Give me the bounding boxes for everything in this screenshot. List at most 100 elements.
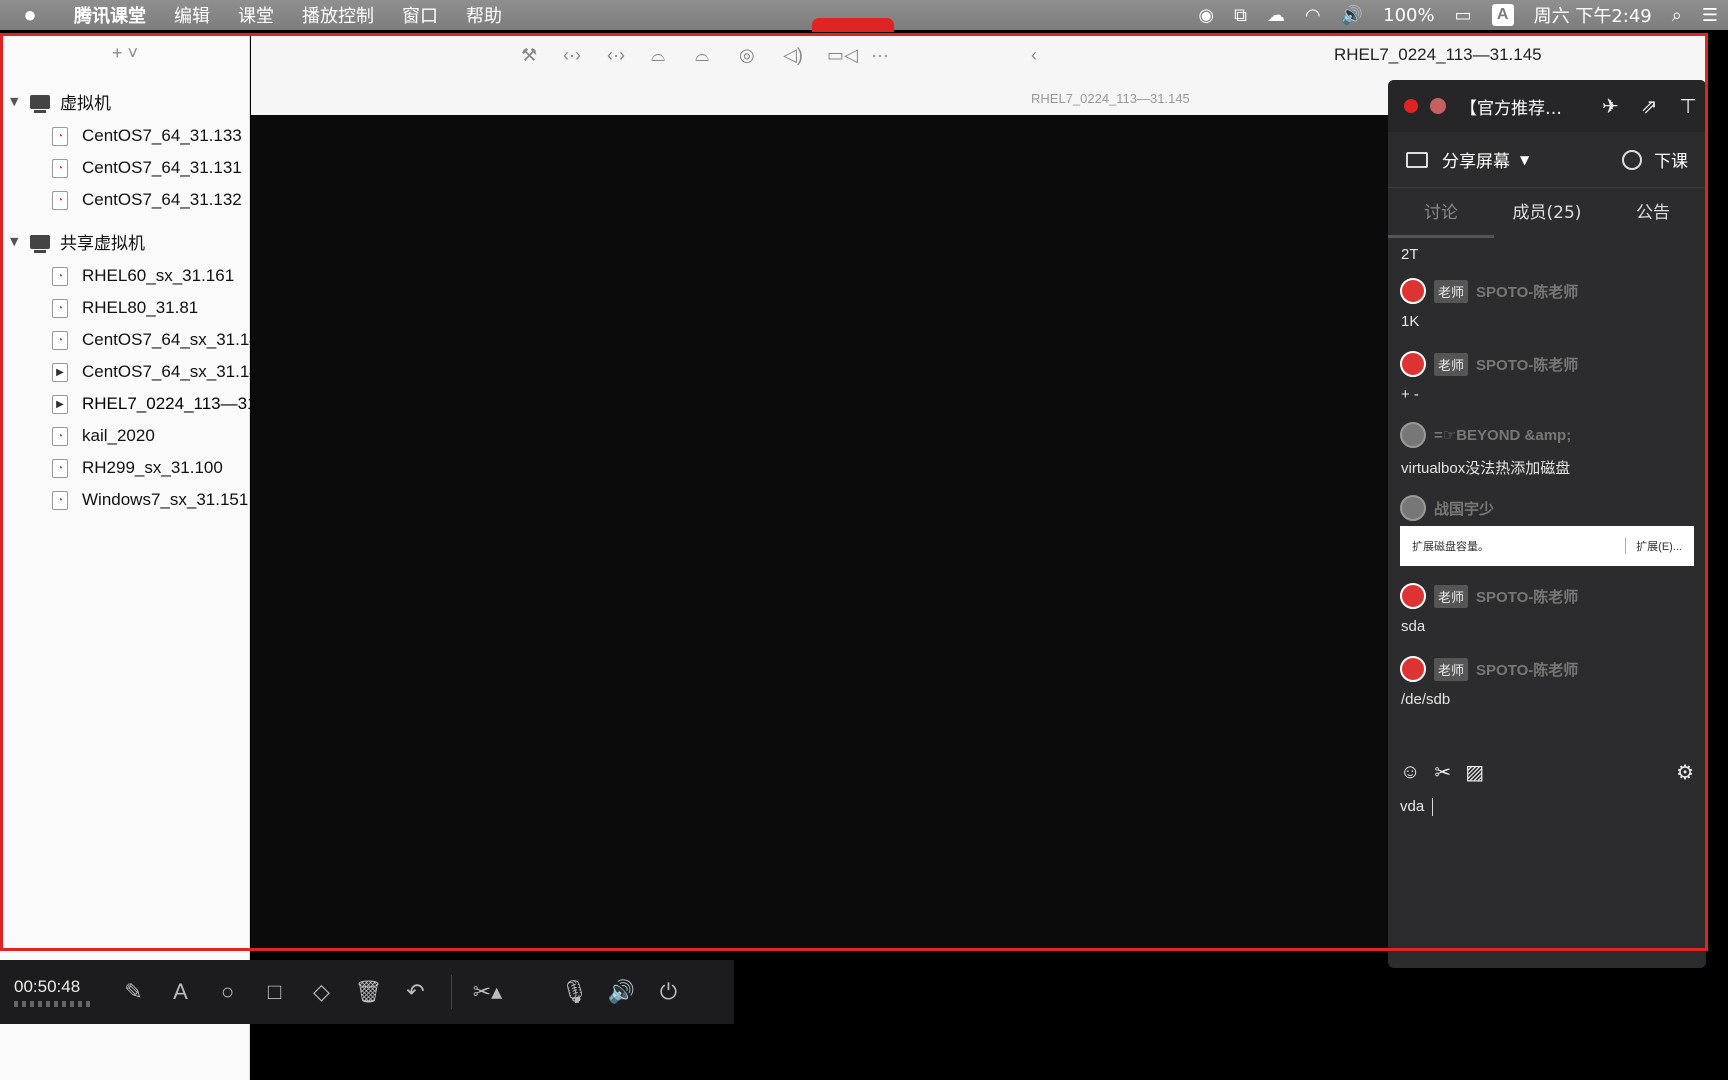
settings-gear-icon[interactable]: ⚙ (1676, 760, 1694, 785)
scissors-icon[interactable]: ✂ (1434, 760, 1451, 785)
vm-window-title: RHEL7_0224_113—31.145 (1334, 45, 1542, 64)
group-shared-virtual-machines[interactable]: ▼ 共享虚拟机 (10, 229, 145, 254)
disclosure-triangle-icon[interactable]: ▼ (10, 235, 26, 248)
avatar[interactable] (1400, 583, 1426, 609)
text-tool-icon[interactable]: A (157, 979, 204, 1005)
speaker-icon[interactable]: 🔊 (598, 979, 645, 1005)
tools-menu-icon[interactable]: ✂▴ (464, 979, 511, 1005)
send-plane-icon[interactable]: ✈ (1602, 94, 1619, 119)
vm-item[interactable]: ◔ RHEL60_sx_31.161 (52, 261, 250, 291)
network-icon[interactable]: ‹·› (563, 45, 581, 66)
course-title: 【官方推荐… (1460, 98, 1562, 119)
vm-item[interactable]: ◔ CentOS7_64_31.131 (52, 153, 250, 183)
end-class-icon (1622, 149, 1642, 170)
brush-icon[interactable]: ✎ (110, 979, 157, 1005)
menu-playback[interactable]: 播放控制 (288, 2, 388, 28)
tab-announcement[interactable]: 公告 (1600, 188, 1706, 238)
teacher-badge: 老师 (1434, 352, 1469, 376)
vm-file-icon: ◔ (52, 426, 68, 446)
text-caret (1432, 798, 1434, 817)
more-icon[interactable]: ··· (871, 45, 889, 66)
camera-icon[interactable]: ▭◁ (827, 45, 858, 66)
avatar[interactable] (1400, 351, 1426, 377)
add-vm-button[interactable]: + ˅ (112, 43, 138, 64)
vm-library-sidebar: + ˅ ▼ 虚拟机 ◔ CentOS7_64_31.133 ◔ CentOS7_64… (0, 33, 250, 1080)
vm-item[interactable]: ◔ CentOS7_64_31.133 (52, 121, 250, 151)
vm-item[interactable]: ▶ CentOS7_64_sx_31.14 (52, 357, 250, 387)
image-icon[interactable]: ▨ (1465, 760, 1484, 785)
status-share-icon[interactable]: ⧉ (1224, 5, 1257, 26)
wifi-icon[interactable]: ◠ (1295, 5, 1331, 26)
audio-icon[interactable]: ◁) (783, 45, 803, 66)
chat-image-attachment[interactable]: 扩展磁盘容量。 扩展(E)... (1400, 526, 1694, 566)
eraser-icon[interactable]: ◇ (298, 979, 345, 1005)
vm-name: RHEL60_sx_31.161 (82, 266, 235, 285)
control-center-icon[interactable]: ☰ (1692, 5, 1728, 26)
sender-name: SPOTO-陈老师 (1476, 356, 1579, 374)
spotlight-search-icon[interactable]: ⌕ (1662, 5, 1692, 26)
volume-icon[interactable]: 🔊 (1331, 5, 1373, 26)
vm-name: RH299_sx_31.100 (82, 458, 223, 477)
avatar[interactable] (1400, 278, 1426, 304)
recording-dot-icon (1404, 99, 1418, 113)
timer-value: 00:50:48 (14, 977, 81, 996)
composer-toolbar: ☺ ✂ ▨ ⚙ (1388, 755, 1706, 789)
vm-item[interactable]: ◔ Windows7_sx_31.151 (52, 485, 250, 515)
vm-item[interactable]: ◔ CentOS7_64_sx_31.14 (52, 325, 250, 355)
vm-running-icon: ▶ (52, 362, 68, 382)
circle-tool-icon[interactable]: ○ (204, 979, 251, 1005)
input-method-icon[interactable]: A (1491, 4, 1514, 26)
share-screen-button[interactable]: 分享屏幕 ▼ (1406, 147, 1529, 172)
apple-icon[interactable]: ● (0, 2, 60, 28)
tab-members[interactable]: 成员(25) (1494, 188, 1600, 238)
network-adapter-icon[interactable]: ‹·› (607, 45, 625, 66)
disclosure-triangle-icon[interactable]: ▼ (10, 95, 26, 108)
sender-name: SPOTO-陈老师 (1476, 661, 1579, 679)
group-virtual-machines[interactable]: ▼ 虚拟机 (10, 89, 111, 114)
optical-drive-icon[interactable]: ◎ (739, 45, 755, 66)
hard-disk-icon[interactable]: ⌓ (651, 45, 665, 66)
share-out-icon[interactable]: ⇗ (1641, 94, 1658, 119)
clock[interactable]: 周六 下午2:49 (1524, 2, 1662, 28)
battery-icon[interactable]: ▭ (1445, 5, 1482, 26)
vm-file-icon: ◔ (52, 266, 68, 286)
pin-icon[interactable]: ⊤ (1680, 94, 1697, 119)
vm-name: CentOS7_64_sx_31.14 (82, 330, 250, 349)
menu-app[interactable]: 腾讯课堂 (60, 2, 160, 28)
hard-disk-2-icon[interactable]: ⌓ (695, 45, 709, 66)
power-icon[interactable]: ⏻ (645, 979, 692, 1005)
menu-class[interactable]: 课堂 (224, 2, 288, 28)
status-cloud-icon[interactable]: ☁ (1257, 5, 1295, 26)
status-app-icon[interactable]: ◉ (1188, 5, 1224, 26)
vm-item[interactable]: ◔ CentOS7_64_31.132 (52, 185, 250, 215)
rectangle-tool-icon[interactable]: □ (251, 979, 298, 1005)
menu-edit[interactable]: 编辑 (160, 2, 224, 28)
tab-discussion[interactable]: 讨论 (1388, 188, 1494, 238)
vm-item[interactable]: ◔ RHEL80_31.81 (52, 293, 250, 323)
undo-icon[interactable]: ↶ (392, 979, 439, 1005)
teacher-badge: 老师 (1434, 584, 1469, 608)
divider (451, 975, 452, 1009)
battery-percent[interactable]: 100% (1373, 5, 1444, 26)
back-chevron-icon[interactable]: ‹ (1031, 45, 1037, 66)
microphone-icon[interactable]: 🎙 (551, 979, 598, 1005)
avatar[interactable] (1400, 656, 1426, 682)
vm-item[interactable]: ◔ RH299_sx_31.100 (52, 453, 250, 483)
vm-file-icon: ◔ (52, 158, 68, 178)
vm-item-selected[interactable]: ▶ RHEL7_0224_113—31.1 (52, 389, 250, 419)
menu-window[interactable]: 窗口 (388, 2, 452, 28)
avatar[interactable] (1400, 422, 1426, 448)
avatar[interactable] (1400, 495, 1426, 521)
trash-icon[interactable]: 🗑 (345, 979, 392, 1005)
chat-titlebar[interactable]: 【官方推荐… ✈ ⇗ ⊤ (1388, 80, 1706, 132)
sender-name: SPOTO-陈老师 (1476, 283, 1579, 301)
settings-wrench-icon[interactable]: ⚒ (521, 45, 537, 66)
monitor-icon (30, 234, 50, 253)
screen-share-indicator[interactable] (812, 18, 894, 32)
end-class-label: 下课 (1654, 152, 1688, 172)
vm-item[interactable]: ◔ kail_2020 (52, 421, 250, 451)
emoji-icon[interactable]: ☺ (1400, 761, 1420, 784)
end-class-button[interactable]: 下课 (1622, 147, 1688, 172)
menu-help[interactable]: 帮助 (452, 2, 516, 28)
chat-input[interactable]: vda (1400, 798, 1434, 817)
